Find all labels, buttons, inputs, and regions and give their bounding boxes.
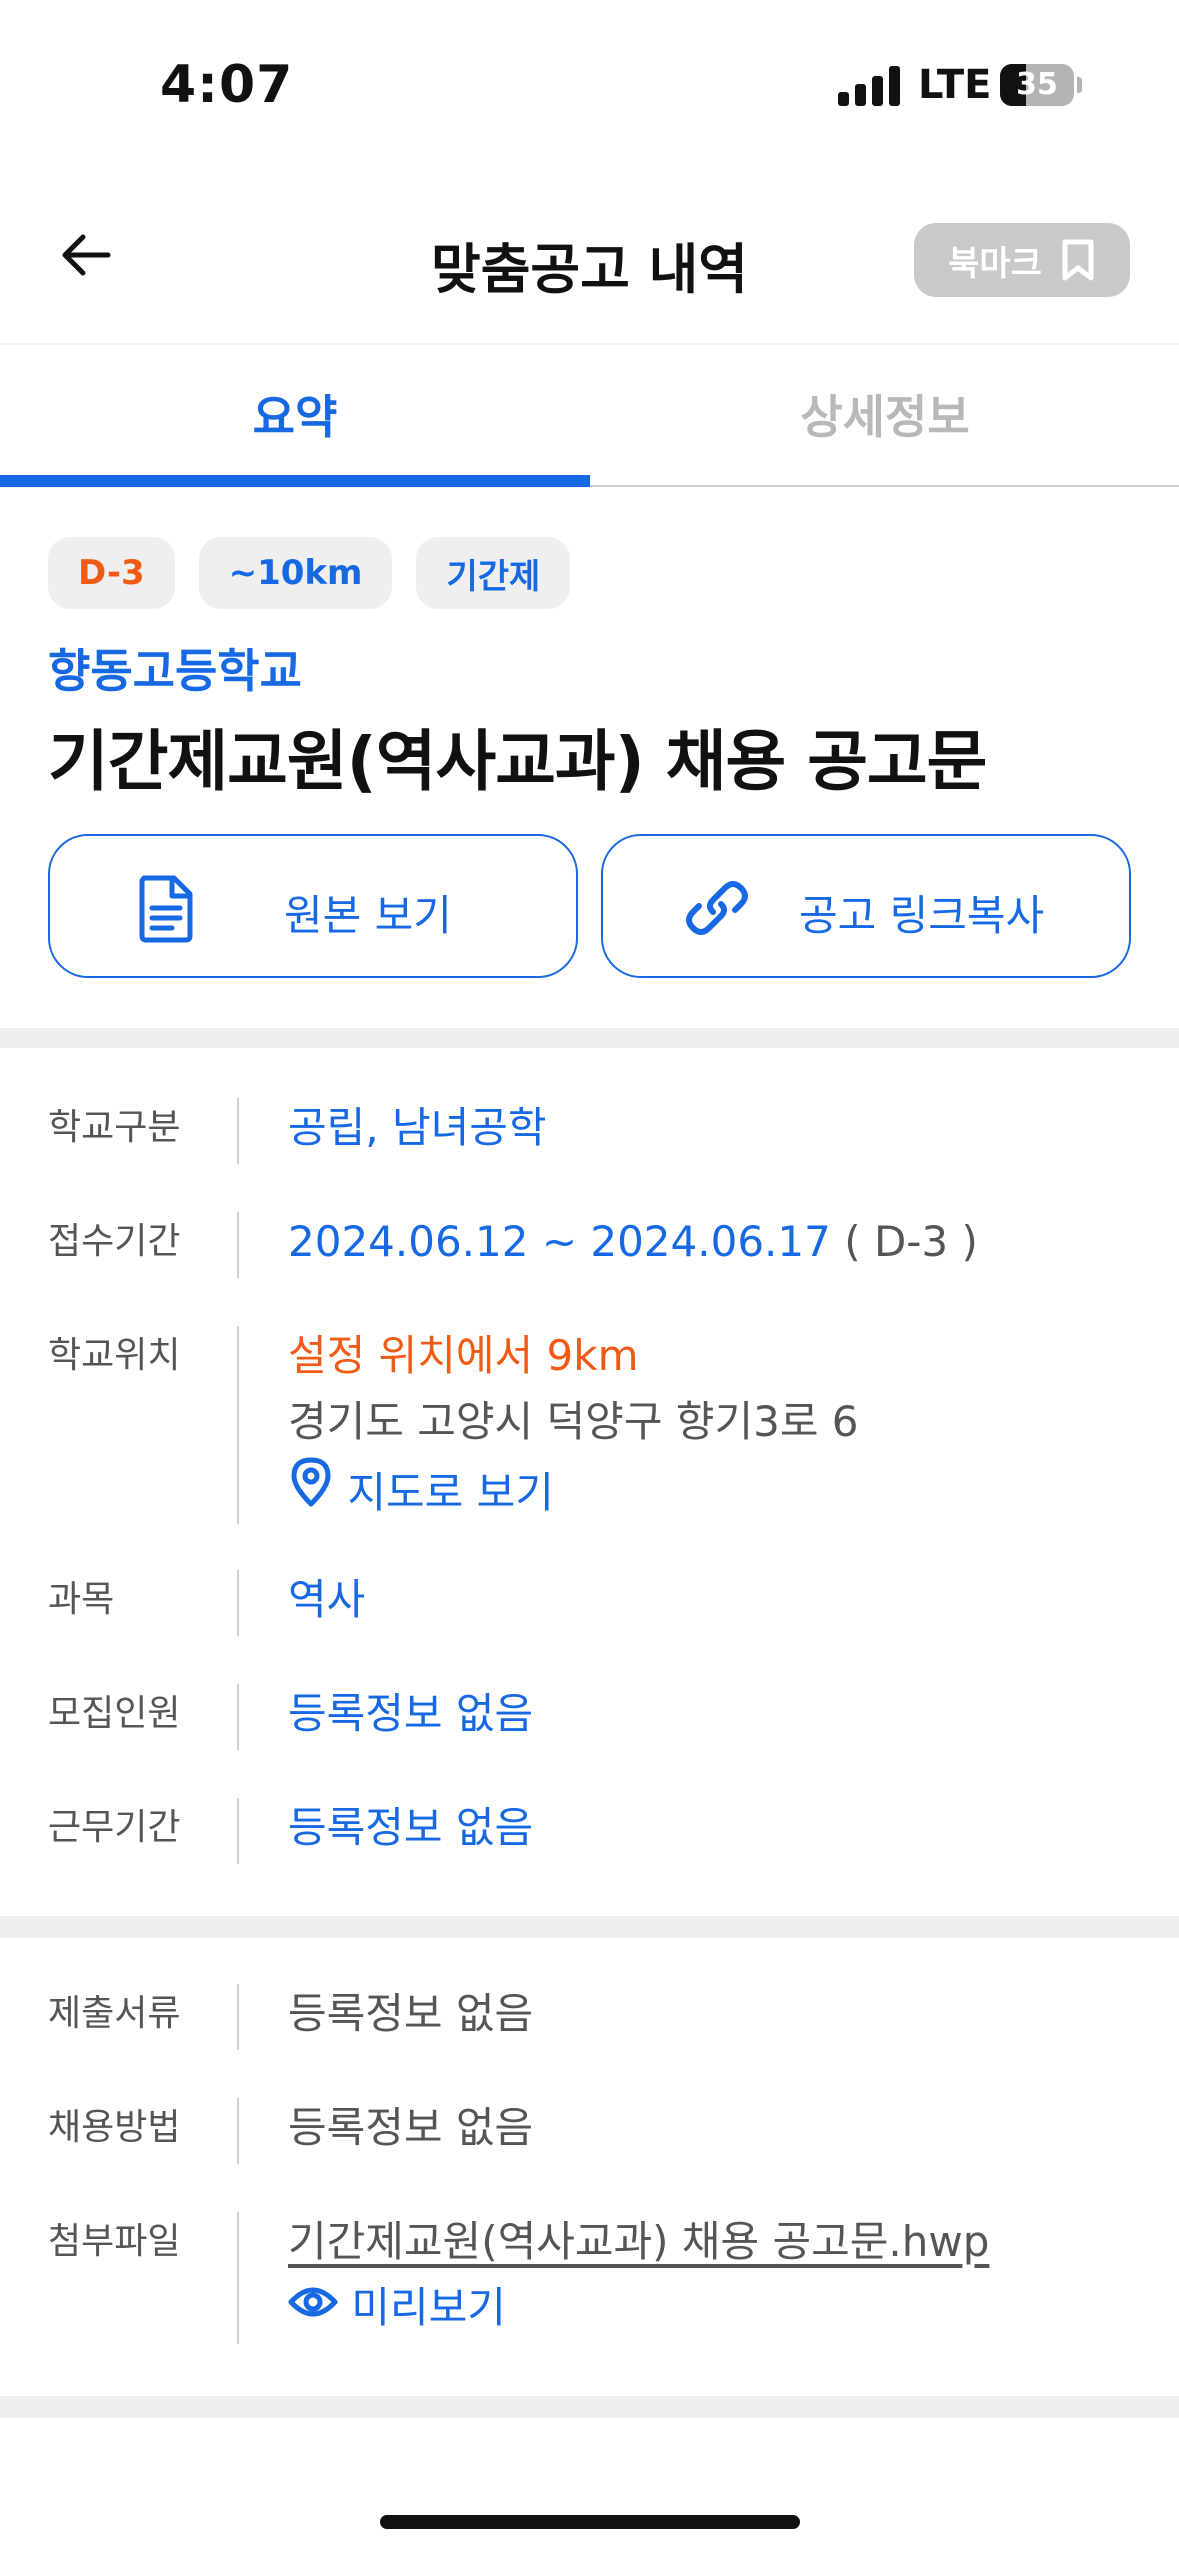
tag-chips: D-3 ~10km 기간제 xyxy=(48,537,571,609)
school-name: 향동고등학교 xyxy=(48,644,302,698)
attachment-label: 첨부파일 xyxy=(48,2221,181,2262)
attachment-file-link[interactable]: 기간제교원(역사교과) 채용 공고문.hwp xyxy=(288,2209,989,2275)
posting-title: 기간제교원(역사교과) 채용 공고문 xyxy=(48,723,987,800)
eye-icon xyxy=(288,2287,338,2317)
location-address: 경기도 고양시 덕양구 향기3로 6 xyxy=(288,1397,859,1446)
map-view-label: 지도로 보기 xyxy=(347,1468,554,1517)
view-original-button[interactable]: 원본 보기 xyxy=(48,834,578,978)
battery-percent: 35 xyxy=(1016,67,1058,102)
cellular-signal-icon xyxy=(838,66,900,106)
employment-type-chip: 기간제 xyxy=(416,537,571,609)
bookmark-icon xyxy=(1062,239,1094,281)
documents-value: 등록정보 없음 xyxy=(288,1989,534,2038)
preview-link[interactable]: 미리보기 xyxy=(288,2275,989,2341)
location-label: 학교위치 xyxy=(48,1335,181,1376)
tab-summary[interactable]: 요약 xyxy=(0,345,590,483)
bookmark-button[interactable]: 북마크 xyxy=(914,223,1130,297)
work-period-label: 근무기간 xyxy=(48,1807,181,1848)
view-original-label: 원본 보기 xyxy=(284,891,452,940)
section-divider xyxy=(0,2396,1179,2418)
location-distance: 설정 위치에서 9km xyxy=(288,1331,639,1380)
school-type-value: 공립, 남녀공학 xyxy=(288,1103,547,1152)
period-label: 접수기간 xyxy=(48,1221,181,1262)
app-header: 맞춤공고 내역 북마크 xyxy=(0,175,1179,345)
preview-label: 미리보기 xyxy=(351,2283,506,2332)
copy-link-button[interactable]: 공고 링크복사 xyxy=(601,834,1131,978)
school-type-label: 학교구분 xyxy=(48,1107,181,1148)
copy-link-label: 공고 링크복사 xyxy=(799,891,1045,940)
dday-chip: D-3 xyxy=(48,537,175,609)
section-divider xyxy=(0,1916,1179,1938)
distance-chip: ~10km xyxy=(198,537,393,609)
method-value: 등록정보 없음 xyxy=(288,2103,534,2152)
recruits-label: 모집인원 xyxy=(48,1693,181,1734)
subject-label: 과목 xyxy=(48,1579,115,1620)
active-tab-indicator xyxy=(0,475,590,487)
link-icon xyxy=(686,881,748,935)
documents-label: 제출서류 xyxy=(48,1993,181,2034)
work-period-value: 등록정보 없음 xyxy=(288,1803,534,1852)
subject-value: 역사 xyxy=(288,1575,366,1624)
method-label: 채용방법 xyxy=(48,2107,181,2148)
period-dday: ( D-3 ) xyxy=(844,1217,978,1266)
period-value: 2024.06.12 ~ 2024.06.17 xyxy=(288,1217,831,1266)
status-time: 4:07 xyxy=(160,55,294,115)
network-type: LTE xyxy=(918,62,992,108)
battery-icon: 35 xyxy=(1000,64,1082,106)
location-pin-icon xyxy=(291,1457,331,1507)
section-divider xyxy=(0,1028,1179,1048)
document-icon xyxy=(139,875,193,943)
recruits-value: 등록정보 없음 xyxy=(288,1689,534,1738)
status-bar: 4:07 LTE 35 xyxy=(0,0,1179,175)
tab-detail[interactable]: 상세정보 xyxy=(590,345,1179,483)
home-indicator xyxy=(380,2515,800,2529)
map-view-link[interactable]: 지도로 보기 xyxy=(288,1455,859,1526)
bookmark-label: 북마크 xyxy=(948,243,1042,284)
tab-bar: 요약 상세정보 xyxy=(0,345,1179,487)
